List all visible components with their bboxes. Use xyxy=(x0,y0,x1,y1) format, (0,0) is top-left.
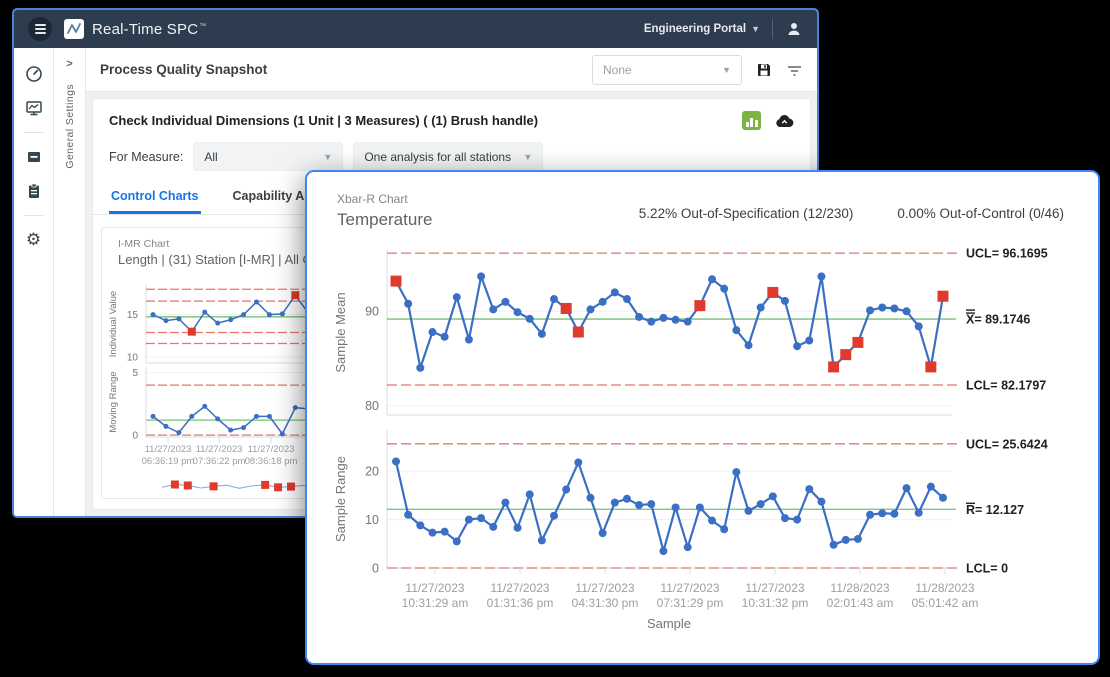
svg-text:R= 12.127: R= 12.127 xyxy=(966,503,1024,517)
app-logo-icon xyxy=(64,19,84,39)
chevron-down-icon: ▼ xyxy=(523,152,532,162)
svg-text:X= 89.1746: X= 89.1746 xyxy=(966,313,1030,327)
svg-text:Moving Range: Moving Range xyxy=(108,371,119,432)
svg-text:11/27/2023: 11/27/2023 xyxy=(745,581,804,595)
svg-text:08:36:18 pm: 08:36:18 pm xyxy=(245,456,298,467)
svg-text:Sample Mean: Sample Mean xyxy=(333,292,348,372)
xbar-chart-title: Temperature xyxy=(337,210,432,230)
desktop-background: Real-Time SPC™ Engineering Portal ▼ xyxy=(0,0,1110,677)
app-title: Real-Time SPC™ xyxy=(92,21,206,38)
measure-dropdown[interactable]: All ▼ xyxy=(193,142,343,171)
topbar-divider xyxy=(772,19,773,39)
svg-text:15: 15 xyxy=(127,310,139,321)
portal-label: Engineering Portal xyxy=(644,23,746,35)
rail-divider xyxy=(24,215,44,216)
top-app-bar: Real-Time SPC™ Engineering Portal ▼ xyxy=(14,10,817,48)
svg-text:Individual Value: Individual Value xyxy=(108,291,119,357)
chart-view-button[interactable] xyxy=(742,111,761,130)
settings-panel-label: General Settings xyxy=(64,84,76,169)
svg-text:10: 10 xyxy=(127,353,139,364)
svg-text:UCL= 96.1695: UCL= 96.1695 xyxy=(966,247,1048,261)
cloud-export-button[interactable] xyxy=(775,114,794,128)
svg-text:90: 90 xyxy=(365,305,379,319)
xbar-r-window: Xbar-R Chart Temperature 5.22% Out-of-Sp… xyxy=(305,170,1100,665)
chevron-down-icon: ▼ xyxy=(323,152,332,162)
preset-dropdown[interactable]: None ▼ xyxy=(592,55,742,85)
svg-text:01:31:36 pm: 01:31:36 pm xyxy=(487,596,554,610)
xbar-r-chart[interactable]: 90 80 Sample Mean UCL= 96.1695 X= 89.1746 LCL… xyxy=(307,230,1098,645)
user-account-icon[interactable] xyxy=(785,20,803,38)
svg-text:04:31:30 pm: 04:31:30 pm xyxy=(572,596,639,610)
svg-text:Sample Range: Sample Range xyxy=(333,456,348,542)
svg-text:05:01:42 am: 05:01:42 am xyxy=(912,596,979,610)
clipboard-icon[interactable] xyxy=(24,181,44,201)
chevron-down-icon: ▼ xyxy=(751,24,760,34)
analysis-title: Check Individual Dimensions (1 Unit | 3 … xyxy=(109,113,538,128)
settings-panel-rail: > General Settings xyxy=(54,48,86,516)
gauge-icon[interactable] xyxy=(24,64,44,84)
svg-text:20: 20 xyxy=(365,465,379,479)
tab-control-charts[interactable]: Control Charts xyxy=(109,181,201,214)
svg-text:10:31:29 am: 10:31:29 am xyxy=(402,596,469,610)
page-header: Process Quality Snapshot None ▼ xyxy=(86,48,817,92)
measure-dropdown-value: All xyxy=(204,150,217,164)
svg-text:11/27/2023: 11/27/2023 xyxy=(490,581,549,595)
left-icon-rail: ⚙ xyxy=(14,48,54,516)
monitor-chart-icon[interactable] xyxy=(24,98,44,118)
chevron-down-icon: ▼ xyxy=(722,65,731,75)
trademark-mark: ™ xyxy=(199,23,206,30)
svg-text:11/28/2023: 11/28/2023 xyxy=(915,581,974,595)
svg-text:5: 5 xyxy=(132,368,138,379)
portal-selector[interactable]: Engineering Portal ▼ xyxy=(644,23,760,35)
xbar-r-header: Xbar-R Chart Temperature 5.22% Out-of-Sp… xyxy=(307,172,1098,230)
svg-text:11/27/2023: 11/27/2023 xyxy=(145,444,192,455)
station-mode-value: One analysis for all stations xyxy=(364,150,511,164)
svg-text:11/27/2023: 11/27/2023 xyxy=(660,581,719,595)
svg-text:LCL= 0: LCL= 0 xyxy=(966,562,1008,576)
svg-text:11/27/2023: 11/27/2023 xyxy=(575,581,634,595)
for-measure-label: For Measure: xyxy=(109,150,183,164)
svg-text:10:31:32 pm: 10:31:32 pm xyxy=(742,596,809,610)
save-button[interactable] xyxy=(756,62,772,78)
expand-panel-chevron-icon[interactable]: > xyxy=(66,58,72,70)
preset-dropdown-value: None xyxy=(603,63,632,77)
svg-text:UCL= 25.6424: UCL= 25.6424 xyxy=(966,437,1048,451)
svg-text:11/27/2023: 11/27/2023 xyxy=(405,581,464,595)
svg-text:07:31:29 pm: 07:31:29 pm xyxy=(657,596,724,610)
rail-divider xyxy=(24,132,44,133)
svg-text:LCL= 82.1797: LCL= 82.1797 xyxy=(966,379,1046,393)
station-mode-dropdown[interactable]: One analysis for all stations ▼ xyxy=(353,142,543,171)
svg-text:Sample: Sample xyxy=(647,616,691,631)
out-of-control-stat: 0.00% Out-of-Control (0/46) xyxy=(897,206,1064,221)
hamburger-menu-button[interactable] xyxy=(28,17,52,41)
svg-text:11/27/2023: 11/27/2023 xyxy=(196,444,243,455)
svg-text:11/27/2023: 11/27/2023 xyxy=(248,444,295,455)
svg-text:11/28/2023: 11/28/2023 xyxy=(830,581,889,595)
svg-text:06:36:19 pm: 06:36:19 pm xyxy=(142,456,195,467)
svg-text:0: 0 xyxy=(132,431,138,442)
filter-icon[interactable] xyxy=(786,63,803,77)
out-of-spec-stat: 5.22% Out-of-Specification (12/230) xyxy=(639,206,854,221)
page-title: Process Quality Snapshot xyxy=(100,62,267,77)
xbar-chart-type-label: Xbar-R Chart xyxy=(337,192,432,206)
svg-text:07:36:22 pm: 07:36:22 pm xyxy=(193,456,246,467)
svg-text:80: 80 xyxy=(365,399,379,413)
svg-text:0: 0 xyxy=(372,561,379,575)
svg-text:10: 10 xyxy=(365,513,379,527)
svg-text:02:01:43 am: 02:01:43 am xyxy=(827,596,894,610)
archive-icon[interactable] xyxy=(24,147,44,167)
gear-icon[interactable]: ⚙ xyxy=(24,230,44,250)
